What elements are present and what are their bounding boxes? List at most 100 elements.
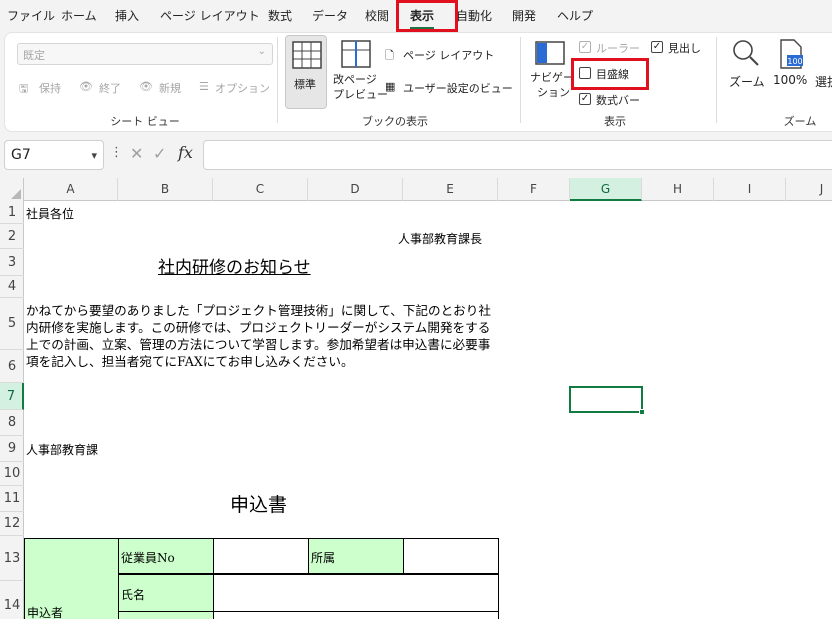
column-headers: A B C D E F G H I J [0,178,832,201]
row-header-7[interactable]: 7 [0,383,24,410]
cancel-icon[interactable]: ✕ [130,144,143,163]
menu-formulas[interactable]: 数式 [268,0,292,32]
formula-bar-label: 数式バー [596,94,640,107]
worksheet-grid: A B C D E F G H I J 1 2 3 4 5 6 7 8 9 10… [0,178,832,619]
name-label: 氏名 [121,588,146,602]
employee-no-cell[interactable]: 従業員No [118,538,214,574]
row-header-4[interactable]: 4 [0,276,24,298]
column-header-b[interactable]: B [118,178,213,201]
menu-help[interactable]: ヘルプ [557,0,593,32]
affiliation-value-cell[interactable] [403,538,499,574]
row-header-10[interactable]: 10 [0,462,24,486]
row-header-8[interactable]: 8 [0,410,24,436]
row-header-12[interactable]: 12 [0,512,24,536]
more-vert-icon[interactable]: ⋮ [110,145,123,160]
formula-bar-area: G7 ▾ ⋮ ✕ ✓ fx [0,136,832,178]
affiliation-cell[interactable]: 所属 [308,538,404,574]
menu-file[interactable]: ファイル [7,0,55,32]
zoom-to-selection-button[interactable]: 選択 [815,73,832,90]
row-header-11[interactable]: 11 [0,486,24,512]
column-header-i[interactable]: I [714,178,786,201]
insert-function-button[interactable]: fx [178,143,193,162]
menu-page-layout[interactable]: ページ レイアウト [160,0,260,32]
row-header-5[interactable]: 5 [0,298,24,350]
column-header-f[interactable]: F [498,178,570,201]
navigation-label-2: ション [537,86,570,99]
custom-views-button[interactable]: ユーザー設定のビュー [403,80,513,96]
row-header-9[interactable]: 9 [0,436,24,462]
row-header-2[interactable]: 2 [0,224,24,249]
next-row-value-cell[interactable] [213,611,499,619]
menu-review[interactable]: 校閲 [365,0,389,32]
name-value-cell[interactable] [213,574,499,612]
page-break-icon [341,40,371,68]
sender-cell[interactable]: 人事部教育課長 [398,230,482,247]
normal-view-button[interactable]: 標準 [285,35,327,109]
sheet-view-group-label: シート ビュー [110,115,180,128]
zoom-button[interactable]: ズーム [727,37,765,107]
ruler-checkbox[interactable]: ✓ [579,41,591,53]
active-cell-g7[interactable] [569,386,645,415]
column-header-h[interactable]: H [642,178,714,201]
page-break-label-2: プレビュー [333,88,388,101]
row-header-13[interactable]: 13 [0,536,24,581]
zoom-100-button[interactable]: 100 100% [771,37,809,107]
sheet-view-keep-button[interactable]: 保持 [39,80,61,96]
body-paragraph[interactable]: かねてから要望のありました「プロジェクト管理技術」に関して、下記のとおり社内研修… [26,302,500,370]
name-cell[interactable]: 氏名 [118,574,214,612]
group-separator [520,37,521,123]
sheet-view-dropdown[interactable]: 既定 ⌄ [17,43,273,65]
department-cell[interactable]: 人事部教育課 [26,441,98,458]
row-header-14[interactable]: 14 [0,581,24,619]
headings-checkbox[interactable]: ✓ [651,41,663,53]
applicant-label: 申込者 [27,606,64,619]
gridlines-label: 目盛線 [596,68,629,81]
row-header-6[interactable]: 6 [0,350,24,383]
column-header-e[interactable]: E [403,178,498,201]
normal-view-label: 標準 [294,78,316,91]
fill-handle[interactable] [639,409,645,415]
column-header-d[interactable]: D [308,178,403,201]
menu-view[interactable]: 表示 [410,0,435,32]
menu-developer[interactable]: 開発 [512,0,536,32]
form-title[interactable]: 申込書 [230,490,287,517]
menu-bar: ファイル ホーム 挿入 ページ レイアウト 数式 データ 校閲 表示 自動化 開… [0,0,832,32]
column-header-g[interactable]: G [570,178,642,201]
page-break-preview-button[interactable]: 改ページ プレビュー [333,35,388,109]
column-header-a[interactable]: A [24,178,118,201]
group-separator [716,37,717,123]
next-row-cell[interactable] [118,611,214,619]
row-headers: 1 2 3 4 5 6 7 8 9 10 11 12 13 14 [0,201,24,619]
name-box[interactable]: G7 ▾ [4,140,104,170]
sheet-view-exit-button[interactable]: 終了 [99,80,121,96]
formula-bar-checkbox[interactable]: ✓ [579,93,591,105]
document-title[interactable]: 社内研修のお知らせ [158,253,311,278]
sheet-view-options-button[interactable]: オプション [215,80,270,96]
applicant-cell[interactable]: 申込者 [24,538,119,619]
page-break-label-1: 改ページ [333,73,377,86]
navigation-button[interactable]: ナビゲー ション [529,39,574,109]
affiliation-label: 所属 [311,551,336,565]
select-all-button[interactable] [0,178,24,201]
sheet-view-new-button[interactable]: 新規 [159,80,181,96]
name-box-value: G7 [11,147,31,163]
eye-new-icon: 👁 [139,80,153,93]
menu-insert[interactable]: 挿入 [115,0,139,32]
row-header-3[interactable]: 3 [0,249,24,276]
menu-home[interactable]: ホーム [61,0,97,32]
column-header-j[interactable]: J [786,178,832,201]
enter-check-icon[interactable]: ✓ [153,144,166,163]
column-header-c[interactable]: C [213,178,308,201]
zoom-100-label: 100% [773,73,808,87]
recipient-cell[interactable]: 社員各位 [26,205,74,222]
employee-no-value-cell[interactable] [213,538,309,574]
menu-data[interactable]: データ [312,0,348,32]
list-icon: ☰ [199,80,209,93]
employee-no-label: 従業員No [121,551,175,565]
row-header-1[interactable]: 1 [0,201,24,224]
formula-input[interactable] [203,140,832,170]
menu-automate[interactable]: 自動化 [456,0,492,32]
gridlines-checkbox[interactable] [579,67,591,79]
page-layout-button[interactable]: ページ レイアウト [403,47,494,63]
keep-icon: 🖫 [19,82,29,95]
